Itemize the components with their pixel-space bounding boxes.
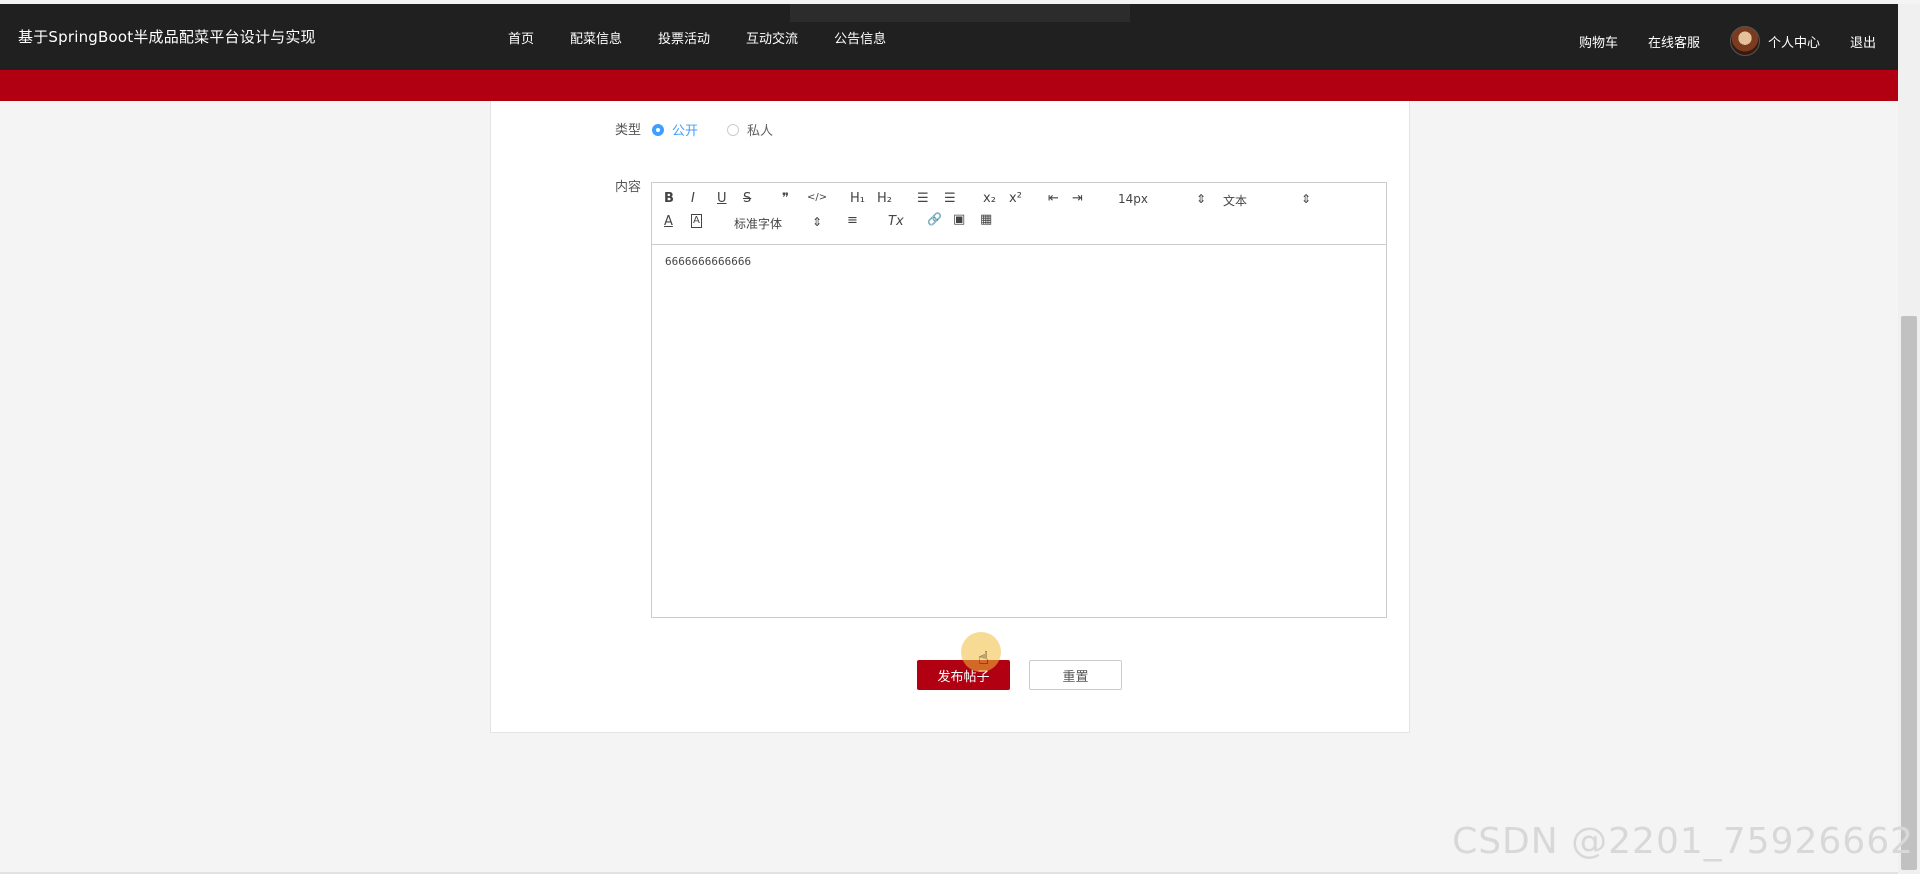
logout-link[interactable]: 退出 (1850, 32, 1876, 51)
clear-format-icon[interactable]: Tx (888, 214, 904, 229)
header-select[interactable]: 文本 ⇕ (1223, 192, 1311, 209)
profile-link[interactable]: 个人中心 (1729, 26, 1820, 56)
nav-forum[interactable]: 互动交流 (746, 28, 798, 47)
strike-icon[interactable]: S (743, 191, 751, 206)
bullet-list-icon[interactable]: ☰ (944, 191, 956, 206)
header-select-value: 文本 (1223, 194, 1248, 208)
avatar[interactable] (1729, 26, 1760, 56)
main-nav: 首页 配菜信息 投票活动 互动交流 公告信息 (508, 28, 886, 47)
code-block-icon[interactable]: </> (807, 192, 827, 203)
font-color-icon[interactable]: A (664, 214, 673, 229)
user-nav: 购物车 在线客服 个人中心 退出 (1579, 26, 1876, 56)
type-private-label: 私人 (747, 124, 774, 139)
subscript-icon[interactable]: x₂ (983, 191, 996, 206)
italic-icon[interactable]: I (691, 191, 695, 206)
editor-content[interactable]: 6666666666666 (652, 245, 1386, 278)
bold-icon[interactable]: B (664, 191, 674, 206)
red-banner (0, 70, 1898, 101)
h1-icon[interactable]: H₁ (850, 191, 865, 206)
type-public-label: 公开 (672, 124, 699, 139)
type-private-radio[interactable]: 私人 (727, 120, 773, 139)
top-navbar: 基于SpringBoot半成品配菜平台设计与实现 首页 配菜信息 投票活动 互动… (0, 4, 1898, 70)
indent-icon[interactable]: ⇥ (1072, 191, 1083, 206)
nav-notices[interactable]: 公告信息 (834, 28, 886, 47)
font-family-value: 标准字体 (734, 217, 783, 231)
nav-voting[interactable]: 投票活动 (658, 28, 710, 47)
editor-toolbar: B I U S ❞ </> H₁ H₂ ☰ ☰ x₂ x² ⇤ ⇥ 14px ⇕… (652, 183, 1386, 245)
font-size-value: 14px (1118, 192, 1148, 206)
reset-button[interactable]: 重置 (1029, 660, 1122, 690)
background-color-icon[interactable]: A (691, 214, 702, 228)
ordered-list-icon[interactable]: ☰ (917, 191, 929, 206)
hand-cursor-icon: ☝ (978, 648, 989, 669)
service-link[interactable]: 在线客服 (1648, 32, 1700, 51)
nav-dishes[interactable]: 配菜信息 (570, 28, 622, 47)
chevron-updown-icon: ⇕ (1300, 192, 1311, 206)
h2-icon[interactable]: H₂ (877, 191, 892, 206)
cart-link[interactable]: 购物车 (1579, 32, 1618, 51)
type-public-radio[interactable]: 公开 (652, 120, 698, 139)
site-title: 基于SpringBoot半成品配菜平台设计与实现 (18, 28, 316, 46)
radio-checked-icon (652, 123, 664, 136)
video-icon[interactable]: ▦ (980, 212, 992, 227)
align-icon[interactable]: ≡ (847, 213, 858, 228)
nav-home[interactable]: 首页 (508, 28, 534, 47)
radio-unchecked-icon (727, 123, 739, 136)
underline-icon[interactable]: U (717, 191, 727, 206)
image-icon[interactable]: ▣ (953, 212, 965, 227)
blockquote-icon[interactable]: ❞ (782, 191, 789, 206)
type-label: 类型 (615, 123, 642, 138)
scrollbar-thumb[interactable] (1901, 316, 1917, 870)
link-icon[interactable]: 🔗 (927, 212, 942, 226)
post-form-panel: 类型 公开 私人 内容 B I U S ❞ </> H₁ H₂ ☰ ☰ x₂ x… (490, 101, 1410, 733)
outdent-icon[interactable]: ⇤ (1048, 191, 1059, 206)
font-size-select[interactable]: 14px ⇕ (1118, 192, 1206, 206)
csdn-watermark: CSDN @2201_75926662 (1452, 821, 1914, 862)
font-family-select[interactable]: 标准字体 ⇕ (734, 215, 822, 232)
chevron-updown-icon: ⇕ (1195, 192, 1206, 206)
rich-text-editor: B I U S ❞ </> H₁ H₂ ☰ ☰ x₂ x² ⇤ ⇥ 14px ⇕… (651, 182, 1387, 618)
content-label: 内容 (615, 180, 642, 195)
top-faint-strip (790, 4, 1130, 22)
chevron-updown-icon: ⇕ (811, 215, 822, 229)
profile-label: 个人中心 (1767, 35, 1820, 51)
superscript-icon[interactable]: x² (1009, 191, 1022, 206)
